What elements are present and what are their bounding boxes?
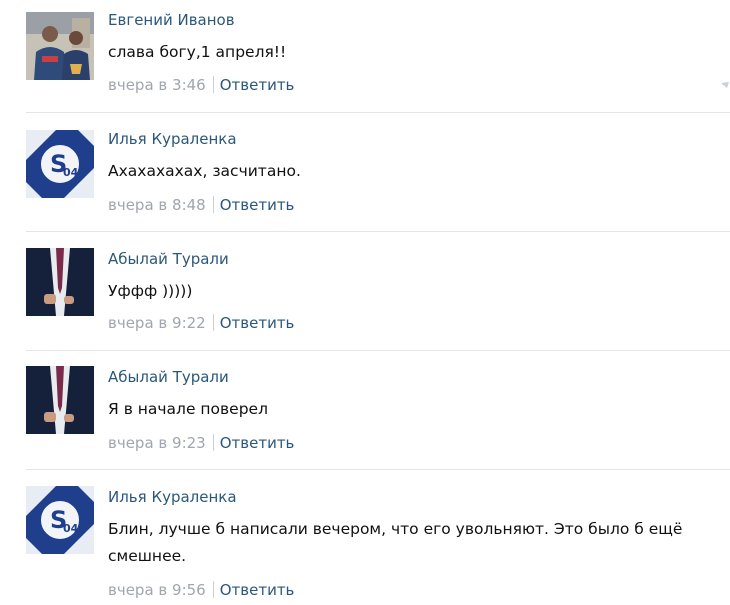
comment-text: слава богу,1 апреля!! [108,43,287,61]
club-crest-avatar-icon: S 04 [26,130,94,198]
divider [26,231,730,232]
comment-meta: вчера в 9:22 Ответить [108,314,294,332]
separator [212,196,214,213]
comment-date[interactable]: вчера в 9:22 [108,314,206,332]
reply-link[interactable]: Ответить [220,196,295,214]
separator [212,581,214,598]
comments-list: Евгений Иванов слава богу,1 апреля!! вче… [0,0,730,605]
suit-avatar-icon [26,248,94,316]
separator [212,76,214,93]
avatar[interactable] [26,12,94,80]
suit-avatar-icon [26,366,94,434]
club-crest-avatar-icon: S 04 [26,486,94,554]
svg-text:04: 04 [63,522,79,535]
divider [26,469,730,470]
reply-link[interactable]: Ответить [220,76,295,94]
photo-avatar-icon [26,12,94,80]
comment-text: Уффф ))))) [108,282,193,300]
comment-author[interactable]: Абылай Турали [108,250,229,268]
comment-author[interactable]: Илья Кураленка [108,488,237,506]
separator [212,314,214,331]
avatar[interactable] [26,248,94,316]
comment-text: Блин, лучше б написали вечером, что его … [108,520,683,565]
comment-author[interactable]: Илья Кураленка [108,130,237,148]
svg-text:04: 04 [63,166,79,179]
comment-author[interactable]: Евгений Иванов [108,11,235,29]
comment-meta: вчера в 9:56 Ответить [108,581,294,599]
avatar[interactable] [26,366,94,434]
comment-date[interactable]: вчера в 9:23 [108,434,206,452]
divider [26,350,730,351]
avatar[interactable]: S 04 [26,130,94,198]
comment-author[interactable]: Абылай Турали [108,368,229,386]
reply-link[interactable]: Ответить [220,314,295,332]
comment-meta: вчера в 9:23 Ответить [108,434,294,452]
like-icon[interactable] [721,82,729,88]
comment-date[interactable]: вчера в 3:46 [108,76,206,94]
comment-meta: вчера в 8:48 Ответить [108,196,294,214]
avatar[interactable]: S 04 [26,486,94,554]
divider [26,112,730,113]
comment-date[interactable]: вчера в 9:56 [108,581,206,599]
separator [212,434,214,451]
reply-link[interactable]: Ответить [220,581,295,599]
comment-text: Я в начале поверел [108,400,268,418]
reply-link[interactable]: Ответить [220,434,295,452]
comment-meta: вчера в 3:46 Ответить [108,76,294,94]
comment-text: Ахахахахах, засчитано. [108,162,301,180]
comment-date[interactable]: вчера в 8:48 [108,196,206,214]
